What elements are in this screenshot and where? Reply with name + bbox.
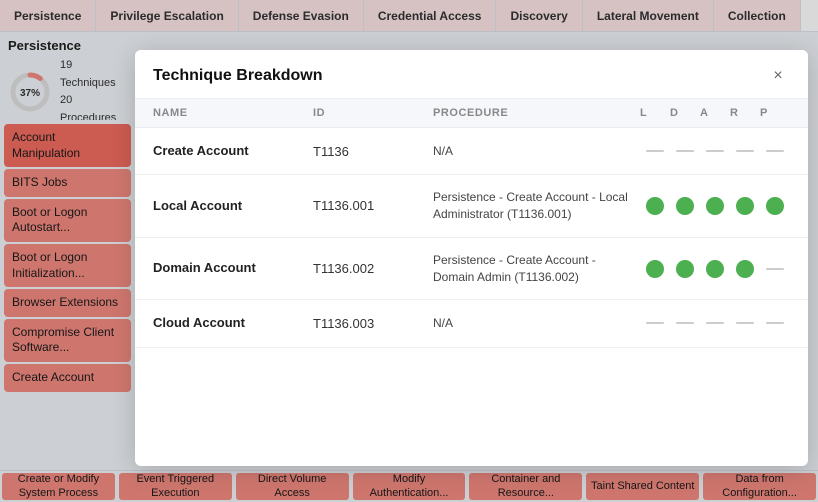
table-row: Domain Account T1136.002 Persistence - C… bbox=[135, 238, 808, 301]
modal-header: Technique Breakdown × bbox=[135, 50, 808, 99]
row-ind-d-3 bbox=[670, 322, 700, 324]
row-ind-r-3 bbox=[730, 322, 760, 324]
row-ind-a-1 bbox=[700, 197, 730, 215]
dot-icon bbox=[646, 260, 664, 278]
row-ind-a-2 bbox=[700, 260, 730, 278]
row-ind-r-2 bbox=[730, 260, 760, 278]
dot-icon bbox=[736, 260, 754, 278]
dash-icon bbox=[766, 268, 784, 270]
table-row: Create Account T1136 N/A bbox=[135, 128, 808, 175]
dot-icon bbox=[646, 197, 664, 215]
row-proc-t1136-002: Persistence - Create Account - Domain Ad… bbox=[433, 252, 640, 286]
row-id-t1136: T1136 bbox=[313, 144, 433, 159]
close-icon: × bbox=[773, 67, 782, 85]
row-ind-p-2 bbox=[760, 268, 790, 270]
dash-icon bbox=[646, 150, 664, 152]
table-row: Local Account T1136.001 Persistence - Cr… bbox=[135, 175, 808, 238]
col-header-id: ID bbox=[313, 107, 433, 119]
row-ind-r-0 bbox=[730, 150, 760, 152]
row-ind-l-3 bbox=[640, 322, 670, 324]
dash-icon bbox=[736, 150, 754, 152]
dash-icon bbox=[766, 150, 784, 152]
row-name-cloud-account: Cloud Account bbox=[153, 314, 313, 332]
modal-title: Technique Breakdown bbox=[153, 67, 323, 85]
col-header-d: D bbox=[670, 107, 700, 119]
dot-icon bbox=[706, 197, 724, 215]
dot-icon bbox=[676, 260, 694, 278]
technique-breakdown-modal: Technique Breakdown × NAME ID PROCEDURE … bbox=[135, 50, 808, 466]
row-ind-p-3 bbox=[760, 322, 790, 324]
row-ind-l-2 bbox=[640, 260, 670, 278]
dot-icon bbox=[766, 197, 784, 215]
dash-icon bbox=[676, 150, 694, 152]
row-ind-l-1 bbox=[640, 197, 670, 215]
row-ind-p-1 bbox=[760, 197, 790, 215]
dash-icon bbox=[706, 322, 724, 324]
row-id-t1136-002: T1136.002 bbox=[313, 261, 433, 276]
row-ind-a-0 bbox=[700, 150, 730, 152]
col-header-r: R bbox=[730, 107, 760, 119]
col-header-procedure: PROCEDURE bbox=[433, 107, 640, 119]
row-id-t1136-001: T1136.001 bbox=[313, 198, 433, 213]
table-row: Cloud Account T1136.003 N/A bbox=[135, 300, 808, 347]
row-name-domain-account: Domain Account bbox=[153, 259, 313, 277]
dash-icon bbox=[646, 322, 664, 324]
row-proc-t1136-001: Persistence - Create Account - Local Adm… bbox=[433, 189, 640, 223]
dash-icon bbox=[676, 322, 694, 324]
modal-close-button[interactable]: × bbox=[766, 64, 790, 88]
row-ind-d-1 bbox=[670, 197, 700, 215]
row-ind-p-0 bbox=[760, 150, 790, 152]
table-header-row: NAME ID PROCEDURE L D A R P bbox=[135, 99, 808, 128]
col-header-p: P bbox=[760, 107, 790, 119]
row-ind-r-1 bbox=[730, 197, 760, 215]
col-header-a: A bbox=[700, 107, 730, 119]
row-ind-d-2 bbox=[670, 260, 700, 278]
dash-icon bbox=[736, 322, 754, 324]
dash-icon bbox=[706, 150, 724, 152]
modal-table: NAME ID PROCEDURE L D A R P Create Accou… bbox=[135, 99, 808, 466]
row-proc-t1136-003: N/A bbox=[433, 315, 640, 332]
dash-icon bbox=[766, 322, 784, 324]
row-name-local-account: Local Account bbox=[153, 197, 313, 215]
dot-icon bbox=[676, 197, 694, 215]
row-ind-d-0 bbox=[670, 150, 700, 152]
row-proc-t1136: N/A bbox=[433, 143, 640, 160]
row-name-create-account: Create Account bbox=[153, 142, 313, 160]
dot-icon bbox=[736, 197, 754, 215]
row-ind-a-3 bbox=[700, 322, 730, 324]
col-header-l: L bbox=[640, 107, 670, 119]
dot-icon bbox=[706, 260, 724, 278]
row-ind-l-0 bbox=[640, 150, 670, 152]
row-id-t1136-003: T1136.003 bbox=[313, 316, 433, 331]
col-header-name: NAME bbox=[153, 107, 313, 119]
